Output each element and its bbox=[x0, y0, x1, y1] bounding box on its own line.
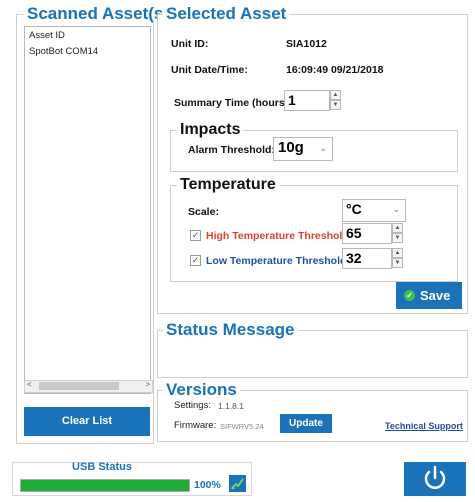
selected-asset-title: Selected Asset bbox=[163, 5, 290, 23]
technical-support-link[interactable]: Technical Support bbox=[385, 420, 463, 432]
summary-time-value: 1 bbox=[288, 92, 296, 108]
clear-list-button[interactable]: Clear List bbox=[24, 407, 150, 436]
horizontal-scrollbar[interactable]: < > bbox=[24, 380, 153, 393]
unit-datetime-label: Unit Date/Time: bbox=[171, 64, 248, 76]
usb-progress-track bbox=[20, 479, 190, 492]
list-item[interactable]: SpotBot COM14 bbox=[29, 46, 98, 58]
chevron-down-icon: ⌄ bbox=[319, 143, 327, 153]
summary-time-up-icon[interactable]: ▲ bbox=[330, 90, 341, 100]
high-temp-checkbox[interactable]: ✓ bbox=[190, 230, 201, 241]
firmware-label: Firmware: bbox=[174, 420, 217, 431]
status-message-title: Status Message bbox=[163, 321, 298, 339]
unit-datetime-value: 16:09:49 09/21/2018 bbox=[286, 64, 384, 76]
chevron-down-icon: ⌄ bbox=[392, 204, 400, 214]
power-button[interactable] bbox=[404, 462, 466, 496]
low-temp-input[interactable]: 32 bbox=[342, 248, 392, 269]
settings-label: Settings: bbox=[174, 400, 211, 411]
scroll-right-arrow-icon[interactable]: > bbox=[145, 380, 150, 389]
summary-time-label: Summary Time (hours): bbox=[174, 97, 292, 109]
scanned-assets-list[interactable]: Asset ID SpotBot COM14 bbox=[24, 26, 151, 394]
alarm-threshold-select[interactable]: 10g ⌄ bbox=[273, 137, 333, 161]
save-button[interactable]: ✓ Save bbox=[396, 282, 462, 309]
scale-select[interactable]: °C ⌄ bbox=[342, 199, 406, 222]
usb-percent-text: 100% bbox=[194, 479, 221, 491]
low-temp-down-icon[interactable]: ▼ bbox=[392, 258, 403, 268]
scale-label: Scale: bbox=[188, 206, 219, 218]
save-button-label: Save bbox=[420, 288, 451, 303]
alarm-threshold-label: Alarm Threshold: bbox=[188, 144, 275, 156]
high-temp-down-icon[interactable]: ▼ bbox=[392, 233, 403, 243]
low-temp-value: 32 bbox=[346, 250, 362, 266]
settings-value: 1.1.8.1 bbox=[218, 401, 244, 411]
asset-id-column-header: Asset ID bbox=[29, 30, 65, 41]
summary-time-input[interactable]: 1 bbox=[284, 90, 330, 111]
versions-title: Versions bbox=[163, 381, 240, 399]
unit-id-value: SIA1012 bbox=[286, 38, 327, 50]
high-temp-input[interactable]: 65 bbox=[342, 223, 392, 244]
usb-progress-fill bbox=[21, 480, 189, 491]
high-temp-value: 65 bbox=[346, 225, 362, 241]
high-temp-up-icon[interactable]: ▲ bbox=[392, 223, 403, 233]
power-icon bbox=[424, 465, 446, 489]
high-temp-label: High Temperature Threshold: bbox=[206, 230, 353, 242]
low-temp-up-icon[interactable]: ▲ bbox=[392, 248, 403, 258]
scanned-assets-title: Scanned Asset(s) bbox=[24, 5, 173, 23]
temperature-title: Temperature bbox=[177, 176, 279, 194]
scale-value: °C bbox=[346, 201, 362, 217]
low-temp-label: Low Temperature Threshold: bbox=[206, 255, 350, 267]
low-temp-checkbox[interactable]: ✓ bbox=[190, 255, 201, 266]
check-circle-icon: ✓ bbox=[404, 290, 415, 301]
impacts-title: Impacts bbox=[177, 121, 244, 139]
scrollbar-thumb[interactable] bbox=[39, 382, 119, 390]
firmware-value: SIFWRV5.24 bbox=[220, 422, 264, 431]
usb-connection-icon bbox=[229, 475, 246, 492]
usb-status-title: USB Status bbox=[72, 461, 132, 473]
unit-id-label: Unit ID: bbox=[171, 38, 209, 50]
summary-time-down-icon[interactable]: ▼ bbox=[330, 100, 341, 110]
scroll-left-arrow-icon[interactable]: < bbox=[27, 380, 32, 389]
alarm-threshold-value: 10g bbox=[278, 139, 304, 156]
update-button[interactable]: Update bbox=[280, 414, 332, 433]
